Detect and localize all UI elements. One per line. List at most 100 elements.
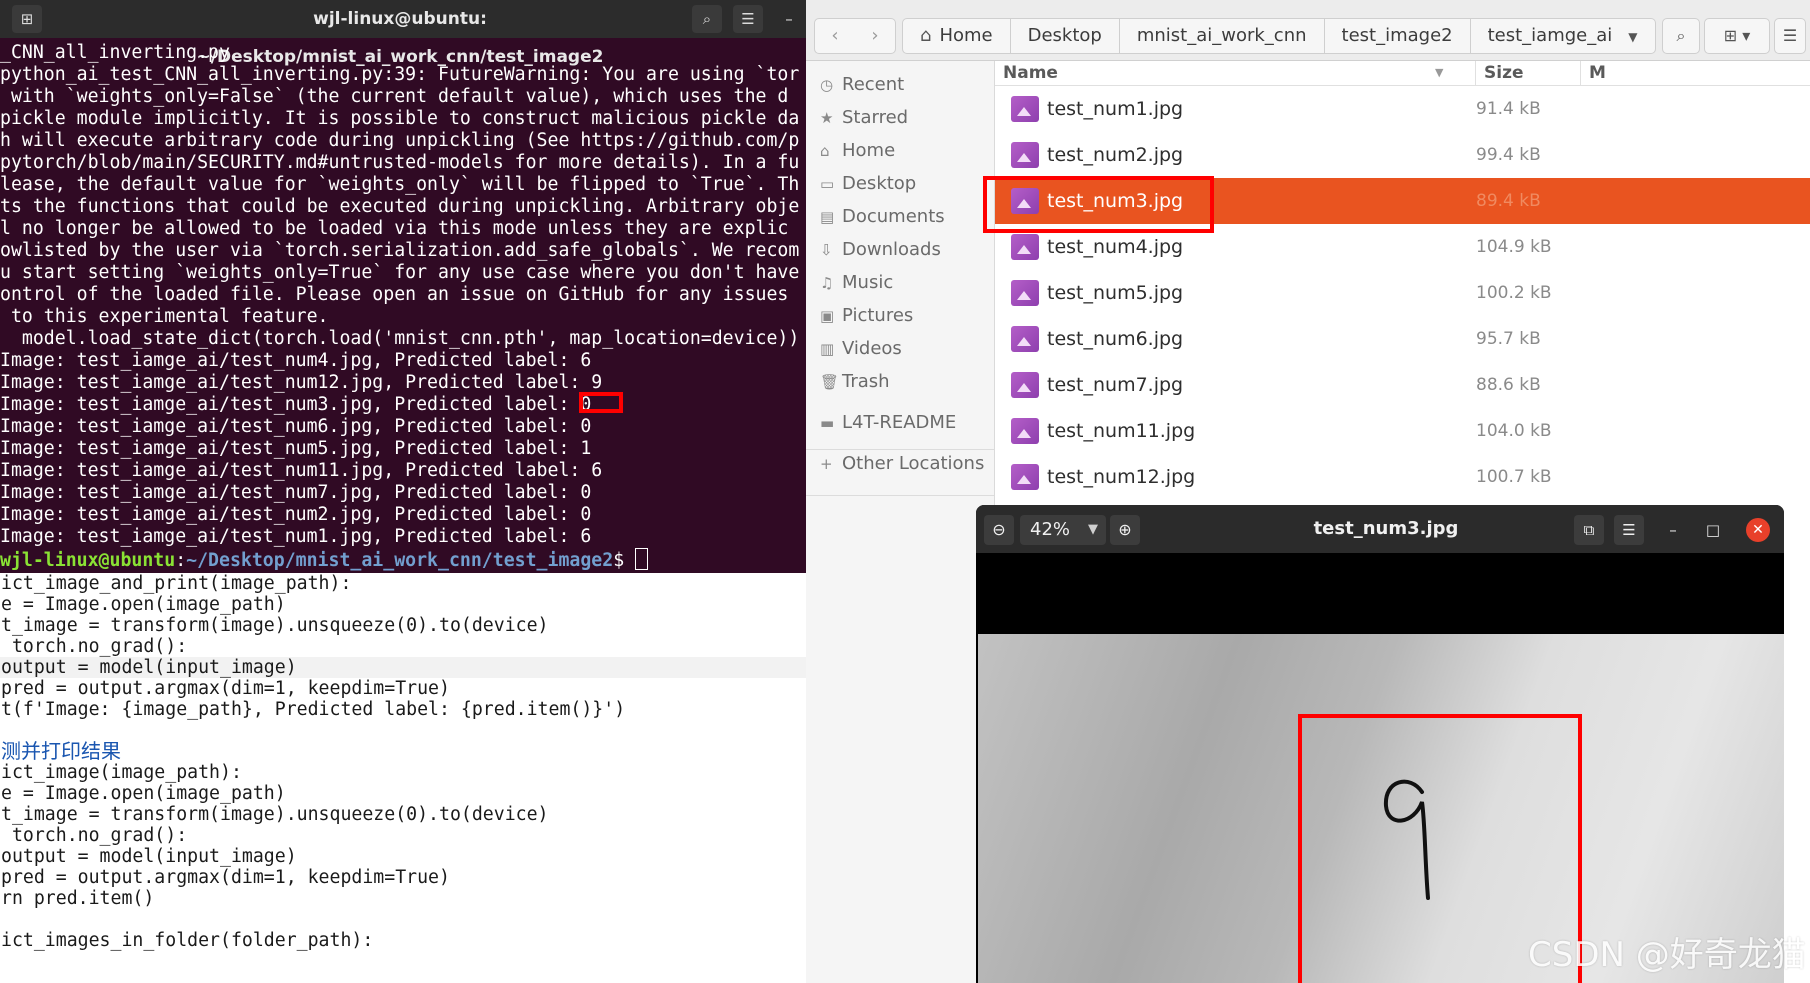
- home-icon: ⌂: [920, 25, 932, 46]
- watermark: CSDN @好奇龙猫: [1528, 935, 1806, 975]
- sidebar-item-label: L4T-README: [842, 412, 957, 433]
- file-row[interactable]: test_num12.jpg 100.7 kB: [995, 454, 1810, 500]
- sidebar-item-desktop[interactable]: ▭ Desktop: [820, 170, 916, 198]
- sidebar-item-videos[interactable]: ▥ Videos: [820, 335, 902, 363]
- terminal-line: Image: test_iamge_ai/test_num4.jpg, Pred…: [0, 350, 592, 371]
- sidebar-item-pictures[interactable]: ▣ Pictures: [820, 302, 913, 330]
- breadcrumb-current[interactable]: test_iamge_ai ▼: [1471, 19, 1655, 53]
- code-editor[interactable]: ict_image_and_print(image_path): e = Ima…: [0, 573, 806, 983]
- sidebar-item-label: Home: [842, 140, 896, 161]
- drive-icon: ▬: [820, 414, 835, 432]
- file-row[interactable]: test_num11.jpg 104.0 kB: [995, 408, 1810, 454]
- file-size: 104.9 kB: [1476, 237, 1552, 257]
- zoom-out-icon[interactable]: ⊖: [984, 515, 1014, 545]
- column-modified[interactable]: M: [1580, 61, 1810, 85]
- sidebar-item-home[interactable]: ⌂ Home: [820, 137, 895, 165]
- maximize-icon[interactable]: □: [1698, 515, 1728, 545]
- breadcrumb-test-image2[interactable]: test_image2: [1325, 19, 1471, 53]
- code-line: pred = output.argmax(dim=1, keepdim=True…: [1, 678, 450, 699]
- chevron-down-icon: ▼: [1088, 522, 1098, 537]
- menu-icon[interactable]: ☰: [1614, 515, 1644, 545]
- breadcrumb-mnist[interactable]: mnist_ai_work_cnn: [1120, 19, 1325, 53]
- sidebar-item-other-locations[interactable]: + Other Locations: [820, 450, 984, 478]
- sidebar-item-trash[interactable]: 🗑 Trash: [820, 368, 890, 396]
- code-line-current: output = model(input_image): [0, 657, 806, 678]
- file-row[interactable]: test_num6.jpg 95.7 kB: [995, 316, 1810, 362]
- sidebar-item-label: Trash: [842, 371, 890, 392]
- column-name[interactable]: Name: [1003, 61, 1058, 85]
- terminal-prompt[interactable]: wjl-linux@ubuntu:~/Desktop/mnist_ai_work…: [0, 548, 806, 571]
- new-tab-icon[interactable]: ⊞: [12, 5, 42, 33]
- file-row[interactable]: test_num5.jpg 100.2 kB: [995, 270, 1810, 316]
- terminal-cursor: [635, 548, 649, 570]
- terminal-line: l no longer be allowed to be loaded via …: [0, 218, 789, 239]
- image-canvas[interactable]: [976, 553, 1784, 983]
- sidebar-item-recent[interactable]: ◷ Recent: [820, 71, 904, 99]
- terminal-line: with `weights_only=False` (the current d…: [0, 86, 789, 107]
- search-icon[interactable]: ⌕: [692, 5, 722, 33]
- terminal-window[interactable]: ⊞ wjl-linux@ubuntu: ~/Desktop/mnist_ai_w…: [0, 0, 808, 573]
- navigation-buttons: ‹ ›: [814, 18, 896, 54]
- code-line: t(f'Image: {image_path}, Predicted label…: [1, 699, 626, 720]
- sidebar-item-music[interactable]: ♫ Music: [820, 269, 893, 297]
- video-icon: ▥: [820, 340, 835, 358]
- star-icon: ★: [820, 109, 834, 127]
- minimize-icon[interactable]: –: [1658, 515, 1688, 545]
- file-row[interactable]: test_num2.jpg 99.4 kB: [995, 132, 1810, 178]
- terminal-line: Image: test_iamge_ai/test_num3.jpg, Pred…: [0, 394, 592, 415]
- column-size[interactable]: Size: [1475, 61, 1584, 85]
- sidebar-item-downloads[interactable]: ⇩ Downloads: [820, 236, 941, 264]
- minimize-icon[interactable]: –: [774, 5, 804, 33]
- terminal-title: wjl-linux@ubuntu: ~/Desktop/mnist_ai_wor…: [196, 9, 604, 67]
- breadcrumb: ⌂ Home Desktop mnist_ai_work_cnn test_ima…: [902, 18, 1656, 54]
- terminal-line: h will execute arbitrary code during unp…: [0, 130, 800, 151]
- image-viewer-window[interactable]: ⊖ 42% ▼ ⊕ test_num3.jpg ⧉ ☰ – □ ✕: [976, 505, 1784, 983]
- back-icon[interactable]: ‹: [815, 19, 855, 53]
- download-icon: ⇩: [820, 241, 833, 259]
- sidebar-item-label: Recent: [842, 74, 905, 95]
- sidebar-item-label: Desktop: [842, 173, 917, 194]
- terminal-line: ts the functions that could be executed …: [0, 196, 800, 217]
- zoom-in-icon[interactable]: ⊕: [1110, 515, 1140, 545]
- terminal-line: Image: test_iamge_ai/test_num12.jpg, Pre…: [0, 372, 603, 393]
- code-line: e = Image.open(image_path): [1, 783, 286, 804]
- prompt-user: wjl-linux@ubuntu: [0, 550, 176, 571]
- file-row[interactable]: test_num7.jpg 88.6 kB: [995, 362, 1810, 408]
- image-file-icon: [1011, 464, 1039, 490]
- predicted-label-highlight: [579, 392, 623, 413]
- sidebar-item-starred[interactable]: ★ Starred: [820, 104, 908, 132]
- menu-icon[interactable]: ☰: [733, 5, 763, 33]
- menu-icon[interactable]: ☰: [1774, 18, 1806, 54]
- terminal-titlebar[interactable]: ⊞ wjl-linux@ubuntu: ~/Desktop/mnist_ai_w…: [0, 0, 808, 67]
- sidebar-item-label: Music: [842, 272, 894, 293]
- sidebar-item-documents[interactable]: ▤ Documents: [820, 203, 945, 231]
- prompt-separator: :: [175, 550, 187, 571]
- file-row[interactable]: test_num1.jpg 91.4 kB: [995, 86, 1810, 132]
- image-viewer-headerbar: ⊖ 42% ▼ ⊕ test_num3.jpg ⧉ ☰ – □ ✕: [976, 505, 1784, 553]
- code-line: pred = output.argmax(dim=1, keepdim=True…: [1, 867, 450, 888]
- sidebar-item-label: Other Locations: [842, 453, 985, 474]
- view-toggle-icon[interactable]: ⊞ ▾: [1704, 18, 1770, 54]
- terminal-line: pickle module implicitly. It is possible…: [0, 108, 800, 129]
- sidebar-item-label: Downloads: [842, 239, 941, 260]
- terminal-line: Image: test_iamge_ai/test_num2.jpg, Pred…: [0, 504, 592, 525]
- breadcrumb-home[interactable]: ⌂ Home: [903, 19, 1011, 53]
- terminal-line: model.load_state_dict(torch.load('mnist_…: [0, 328, 800, 349]
- terminal-line: to this experimental feature.: [0, 306, 329, 327]
- sidebar-item-label: Starred: [842, 107, 909, 128]
- file-size: 89.4 kB: [1476, 191, 1541, 211]
- close-icon[interactable]: ✕: [1746, 518, 1770, 542]
- code-line: output = model(input_image): [1, 846, 297, 867]
- forward-icon[interactable]: ›: [855, 19, 895, 53]
- terminal-output: _CNN_all_inverting.py python_ai_test_CNN…: [0, 42, 806, 572]
- image-file-icon: [1011, 326, 1039, 352]
- file-name: test_num11.jpg: [1047, 420, 1196, 442]
- zoom-level-dropdown[interactable]: 42% ▼: [1020, 515, 1106, 545]
- breadcrumb-desktop[interactable]: Desktop: [1011, 19, 1120, 53]
- places-sidebar: ◷ Recent ★ Starred ⌂ Home ▭ Desktop ▤ Documen…: [806, 61, 995, 983]
- search-icon[interactable]: ⌕: [1662, 18, 1700, 54]
- gallery-icon[interactable]: ⧉: [1574, 515, 1604, 545]
- sidebar-item-l4t-readme[interactable]: ▬ L4T-README: [820, 409, 956, 437]
- picture-icon: ▣: [820, 307, 835, 325]
